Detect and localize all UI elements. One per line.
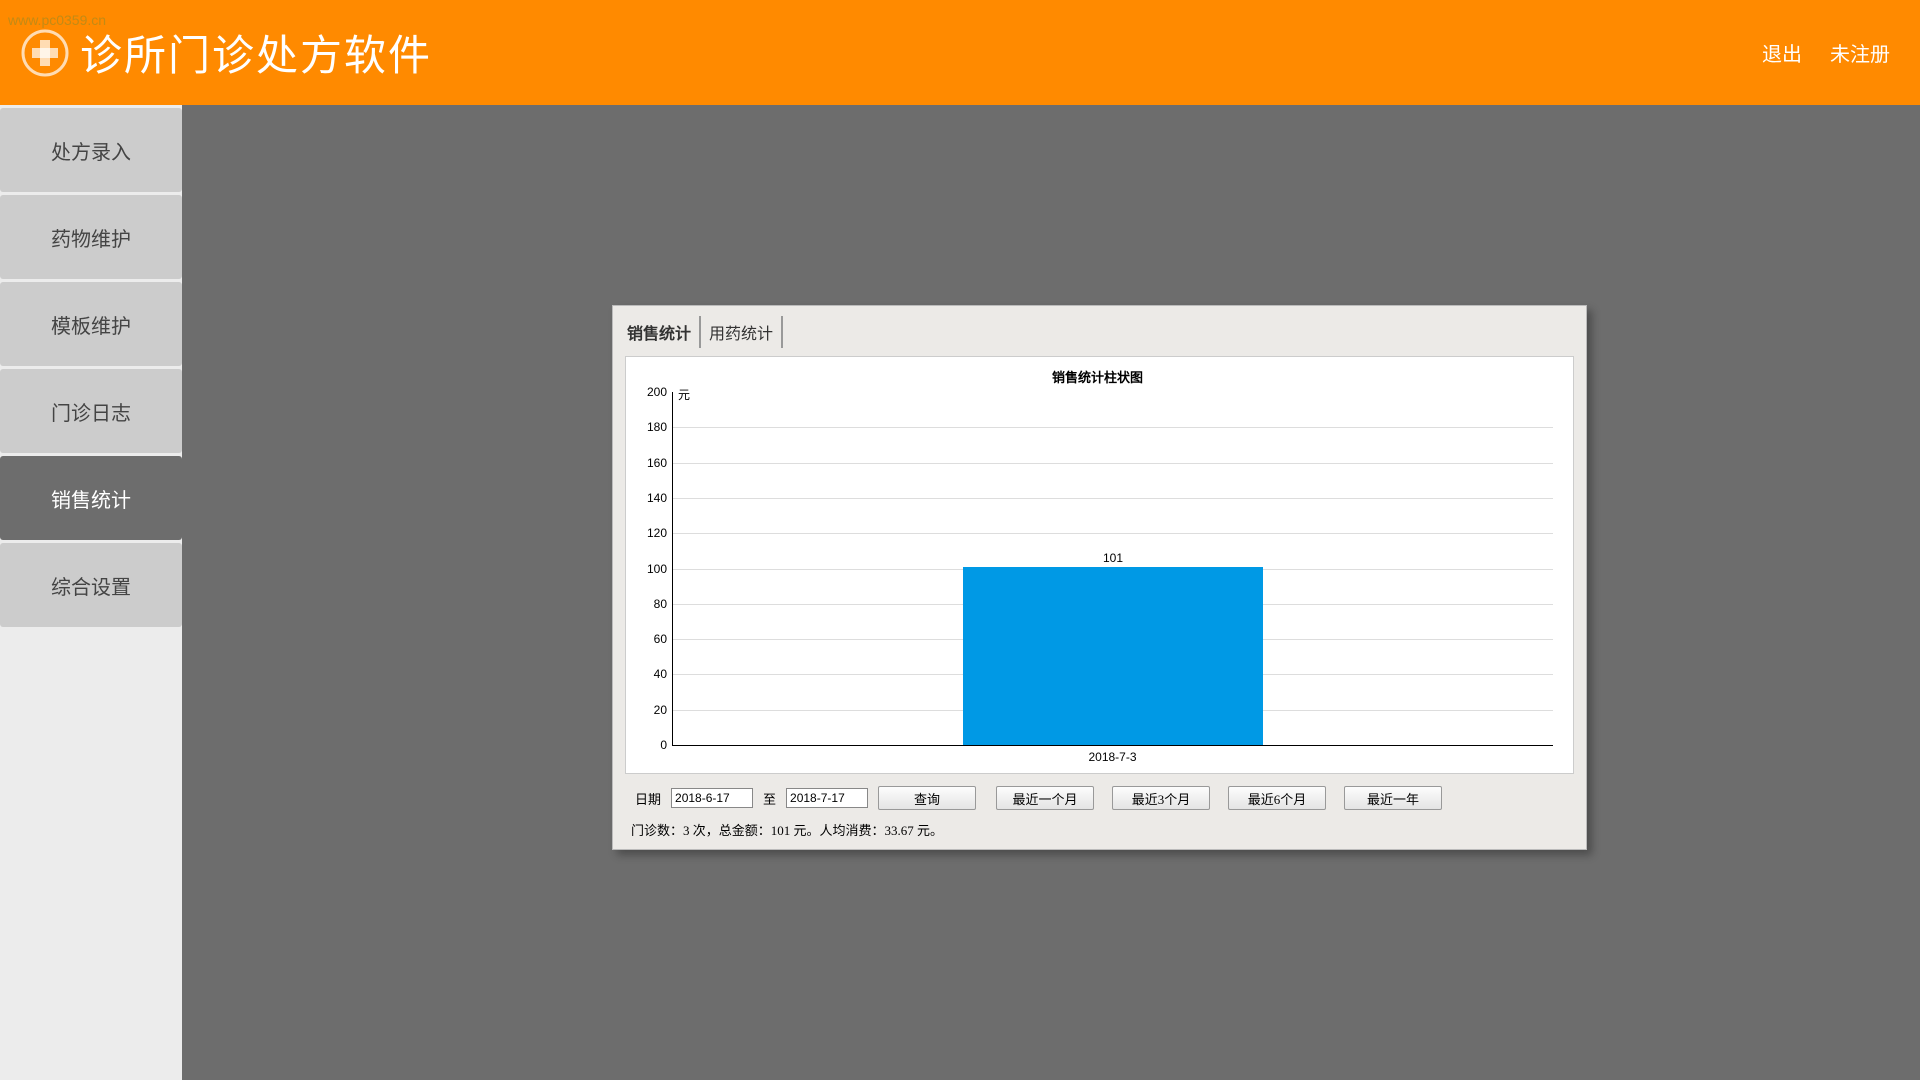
range-button-2[interactable]: 最近6个月 (1228, 786, 1326, 810)
sidebar: 处方录入药物维护模板维护门诊日志销售统计综合设置 (0, 105, 182, 1080)
y-tick-label: 40 (654, 667, 673, 681)
sidebar-item-5[interactable]: 综合设置 (0, 543, 182, 627)
app-title: 诊所门诊处方软件 (80, 22, 432, 83)
chart-area: 元 020406080100120140160180200101 2018-7-… (672, 392, 1553, 764)
controls-row: 日期 至 查询 最近一个月最近3个月最近6个月最近一年 (625, 774, 1574, 816)
gridline (673, 463, 1553, 464)
y-tick-label: 140 (647, 491, 673, 505)
date-separator: 至 (763, 789, 776, 808)
chart-title: 销售统计柱状图 (632, 363, 1563, 392)
sidebar-item-4[interactable]: 销售统计 (0, 456, 182, 540)
y-tick-label: 60 (654, 632, 673, 646)
exit-link[interactable]: 退出 (1762, 38, 1802, 67)
header-right: 退出 未注册 (1762, 38, 1890, 67)
gridline (673, 427, 1553, 428)
content-area: 销售统计用药统计 销售统计柱状图 元 020406080100120140160… (182, 105, 1920, 1080)
date-label: 日期 (635, 789, 661, 808)
app-logo-icon (20, 28, 70, 78)
chart-plot: 020406080100120140160180200101 (672, 392, 1553, 746)
tab-1[interactable]: 用药统计 (701, 316, 783, 348)
y-tick-label: 20 (654, 703, 673, 717)
header-left: 诊所门诊处方软件 (20, 22, 432, 83)
range-button-3[interactable]: 最近一年 (1344, 786, 1442, 810)
header-bar: 诊所门诊处方软件 退出 未注册 (0, 0, 1920, 105)
stats-panel: 销售统计用药统计 销售统计柱状图 元 020406080100120140160… (612, 305, 1587, 850)
gridline (673, 498, 1553, 499)
y-tick-label: 180 (647, 420, 673, 434)
x-tick-label: 2018-7-3 (1088, 750, 1136, 764)
gridline (673, 533, 1553, 534)
query-button[interactable]: 查询 (878, 786, 976, 810)
tab-0[interactable]: 销售统计 (625, 316, 701, 348)
chart-bar: 101 (963, 567, 1262, 745)
register-link[interactable]: 未注册 (1830, 38, 1890, 67)
date-to-input[interactable] (786, 788, 868, 808)
sidebar-item-2[interactable]: 模板维护 (0, 282, 182, 366)
date-from-input[interactable] (671, 788, 753, 808)
summary-text: 门诊数：3 次，总金额：101 元。人均消费：33.67 元。 (625, 816, 1574, 841)
chart-container: 销售统计柱状图 元 020406080100120140160180200101… (625, 356, 1574, 774)
y-tick-label: 0 (660, 738, 673, 752)
sidebar-item-3[interactable]: 门诊日志 (0, 369, 182, 453)
y-tick-label: 160 (647, 456, 673, 470)
panel-tabs: 销售统计用药统计 (625, 316, 1574, 348)
range-button-0[interactable]: 最近一个月 (996, 786, 1094, 810)
sidebar-item-0[interactable]: 处方录入 (0, 108, 182, 192)
y-tick-label: 200 (647, 385, 673, 399)
range-button-1[interactable]: 最近3个月 (1112, 786, 1210, 810)
bar-value-label: 101 (1103, 551, 1123, 565)
sidebar-item-1[interactable]: 药物维护 (0, 195, 182, 279)
y-tick-label: 80 (654, 597, 673, 611)
y-tick-label: 100 (647, 562, 673, 576)
y-tick-label: 120 (647, 526, 673, 540)
